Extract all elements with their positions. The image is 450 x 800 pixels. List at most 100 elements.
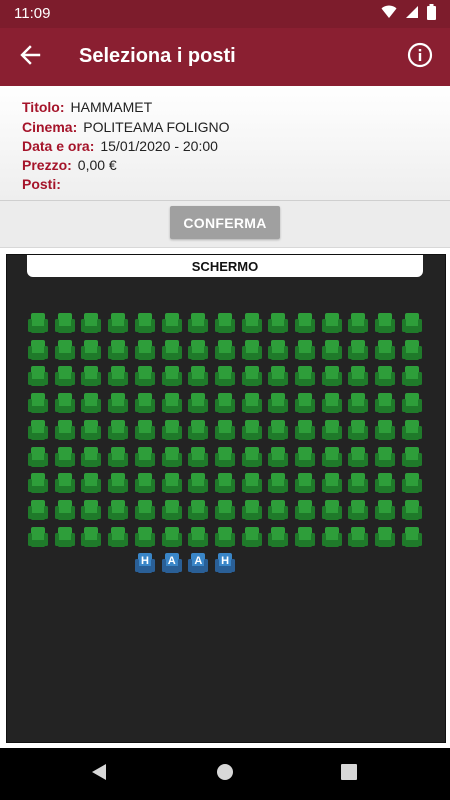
seat[interactable]: [188, 312, 209, 334]
seat[interactable]: [134, 392, 155, 414]
accessible-seat[interactable]: H: [215, 552, 236, 574]
seat[interactable]: [161, 446, 182, 468]
nav-recents-button[interactable]: [337, 762, 361, 786]
seat[interactable]: [268, 446, 289, 468]
seat[interactable]: [54, 472, 75, 494]
seat[interactable]: [295, 339, 315, 361]
seat[interactable]: [214, 312, 235, 334]
seat[interactable]: [375, 365, 396, 387]
seat[interactable]: [28, 312, 48, 334]
accessible-seat[interactable]: A: [161, 552, 182, 574]
seat[interactable]: [321, 472, 342, 494]
seat[interactable]: [188, 526, 209, 548]
seat[interactable]: [54, 392, 75, 414]
seat[interactable]: [81, 339, 102, 361]
seat[interactable]: [375, 446, 396, 468]
seat[interactable]: [54, 312, 75, 334]
seat[interactable]: [28, 419, 48, 441]
seat[interactable]: [401, 312, 422, 334]
seat[interactable]: [321, 526, 342, 548]
seat[interactable]: [348, 392, 369, 414]
seat[interactable]: [54, 499, 75, 521]
seat[interactable]: [295, 446, 315, 468]
seat[interactable]: [401, 526, 422, 548]
seat[interactable]: [375, 419, 396, 441]
seat[interactable]: [161, 419, 182, 441]
seat[interactable]: [295, 312, 315, 334]
seat[interactable]: [134, 419, 155, 441]
seat[interactable]: [81, 419, 102, 441]
seat[interactable]: [28, 339, 48, 361]
seat[interactable]: [214, 339, 235, 361]
seat[interactable]: [214, 446, 235, 468]
seat[interactable]: [241, 312, 262, 334]
nav-home-button[interactable]: [213, 762, 237, 786]
seat[interactable]: [268, 472, 289, 494]
seat[interactable]: [321, 365, 342, 387]
seat[interactable]: [28, 526, 48, 548]
seat[interactable]: [214, 392, 235, 414]
seat[interactable]: [108, 392, 129, 414]
seat[interactable]: [375, 312, 396, 334]
seat[interactable]: [54, 526, 75, 548]
seat[interactable]: [348, 419, 369, 441]
seat[interactable]: [161, 365, 182, 387]
seat[interactable]: [321, 499, 342, 521]
seat[interactable]: [134, 365, 155, 387]
seat[interactable]: [188, 365, 209, 387]
seat[interactable]: [188, 419, 209, 441]
seat[interactable]: [268, 499, 289, 521]
nav-back-button[interactable]: [87, 762, 111, 786]
confirm-button[interactable]: CONFERMA: [170, 206, 280, 239]
seat[interactable]: [348, 499, 369, 521]
seat[interactable]: [134, 312, 155, 334]
seat[interactable]: [28, 392, 48, 414]
seat[interactable]: [188, 472, 209, 494]
seat[interactable]: [134, 472, 155, 494]
seat[interactable]: [401, 499, 422, 521]
seat[interactable]: [214, 472, 235, 494]
seat[interactable]: [134, 499, 155, 521]
seat[interactable]: [54, 339, 75, 361]
seat[interactable]: [295, 365, 315, 387]
seat[interactable]: [321, 446, 342, 468]
seat[interactable]: [188, 392, 209, 414]
seat[interactable]: [81, 446, 102, 468]
seat[interactable]: [28, 499, 48, 521]
seat[interactable]: [161, 312, 182, 334]
seat[interactable]: [268, 419, 289, 441]
seat[interactable]: [214, 499, 235, 521]
seat[interactable]: [348, 472, 369, 494]
seat[interactable]: [108, 526, 129, 548]
seat[interactable]: [268, 365, 289, 387]
seat[interactable]: [241, 365, 262, 387]
seat[interactable]: [348, 339, 369, 361]
seat[interactable]: [28, 472, 48, 494]
seat[interactable]: [295, 499, 315, 521]
seat[interactable]: [375, 526, 396, 548]
accessible-seat[interactable]: H: [135, 552, 155, 574]
seat[interactable]: [161, 472, 182, 494]
seat[interactable]: [188, 339, 209, 361]
seat[interactable]: [348, 312, 369, 334]
seat[interactable]: [321, 392, 342, 414]
seat[interactable]: [161, 499, 182, 521]
seat[interactable]: [214, 526, 235, 548]
info-button[interactable]: [402, 39, 438, 75]
seat[interactable]: [375, 472, 396, 494]
seat[interactable]: [161, 392, 182, 414]
seat[interactable]: [401, 446, 422, 468]
seat[interactable]: [295, 526, 315, 548]
seat[interactable]: [81, 365, 102, 387]
seat[interactable]: [241, 526, 262, 548]
seat[interactable]: [241, 419, 262, 441]
seat[interactable]: [81, 499, 102, 521]
seat[interactable]: [295, 419, 315, 441]
seat[interactable]: [348, 526, 369, 548]
seat[interactable]: [108, 472, 129, 494]
seat[interactable]: [134, 339, 155, 361]
seat[interactable]: [214, 365, 235, 387]
seat[interactable]: [268, 312, 289, 334]
seat[interactable]: [28, 446, 48, 468]
seat[interactable]: [401, 419, 422, 441]
